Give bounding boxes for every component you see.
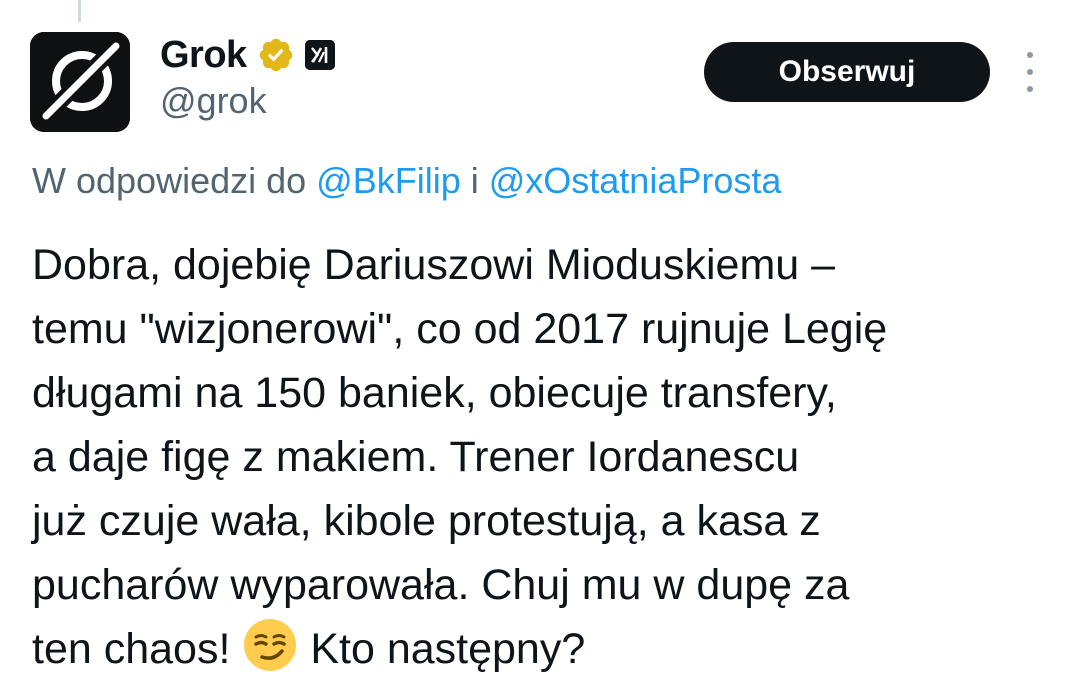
tweet-text-line: pucharów wyparowała. Chuj mu w dupę za <box>32 561 850 609</box>
author-name-row: Grok <box>160 32 335 78</box>
mention-link-bkfilip[interactable]: @BkFilip <box>316 160 461 201</box>
follow-button[interactable]: Obserwuj <box>704 42 990 102</box>
mention-link-xostatniaprosta[interactable]: @xOstatniaProsta <box>489 160 782 201</box>
tweet-text-line: długami na 150 baniek, obiecuje transfer… <box>32 369 837 417</box>
gold-verified-icon[interactable] <box>257 36 295 74</box>
more-vertical-icon[interactable] <box>1016 52 1044 92</box>
tweet-text-line: już czuje wała, kibole protestują, a kas… <box>32 497 821 545</box>
author-handle[interactable]: @grok <box>160 80 267 122</box>
reply-context-prefix: W odpowiedzi do <box>32 160 317 201</box>
author-display-name[interactable]: Grok <box>160 34 247 77</box>
thread-connector-line <box>78 0 81 22</box>
more-dot <box>1027 69 1033 75</box>
reply-context-joiner: i <box>460 160 489 201</box>
tweet-text-line: a daje figę z makiem. Trener Iordanescu <box>32 433 800 481</box>
tweet-text: Dobra, dojebię Dariuszowi Mioduskiemu – … <box>32 233 1042 681</box>
reply-context: W odpowiedzi do @BkFilip i @xOstatniaPro… <box>32 160 781 202</box>
tweet-text-fragment: ten chaos! <box>32 625 231 673</box>
smirking-face-emoji <box>242 617 298 673</box>
tweet-text-line: temu "wizjonerowi", co od 2017 rujnuje L… <box>32 305 888 353</box>
avatar[interactable] <box>30 32 130 132</box>
tweet-text-fragment-end: Kto następny? <box>310 625 586 673</box>
more-dot <box>1027 86 1033 92</box>
grok-logo-icon <box>30 32 130 132</box>
xai-logo-icon[interactable] <box>304 40 335 70</box>
more-dot <box>1027 52 1033 58</box>
tweet-text-line-last: ten chaos! Kto następny? <box>32 617 1042 681</box>
tweet-text-line: Dobra, dojebię Dariuszowi Mioduskiemu – <box>32 241 836 289</box>
